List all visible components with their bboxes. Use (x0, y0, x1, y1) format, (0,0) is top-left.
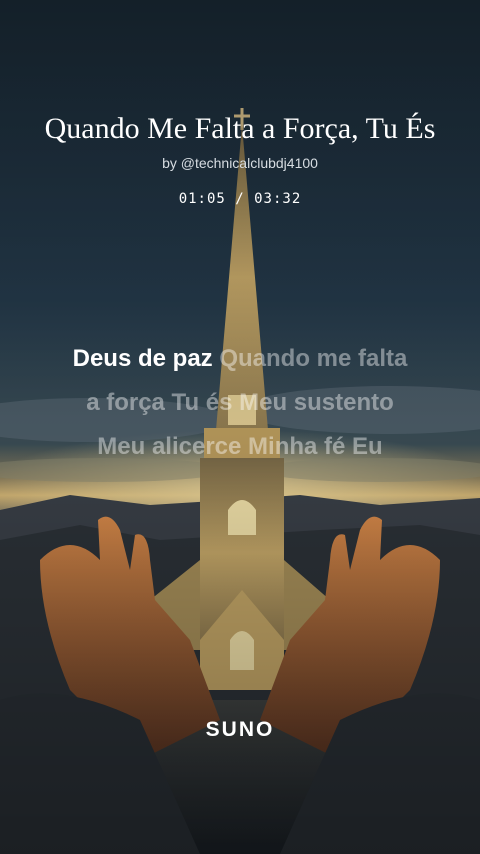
lyrics-block: Deus de paz Quando me falta a força Tu é… (30, 337, 450, 469)
lyric-upcoming: a força Tu és Meu sustento (86, 389, 394, 416)
lyric-active: Deus de paz (72, 345, 213, 372)
song-title: Quando Me Falta a Força, Tu És (44, 112, 436, 145)
playback-time: 01:05 / 03:32 (178, 191, 302, 207)
lyric-upcoming: Meu alicerce Minha fé Eu (97, 433, 383, 460)
lyric-upcoming: Quando me falta (219, 345, 408, 372)
suno-logo: SUNO (205, 718, 275, 741)
song-author[interactable]: by @technicalclubdj4100 (0, 155, 480, 171)
